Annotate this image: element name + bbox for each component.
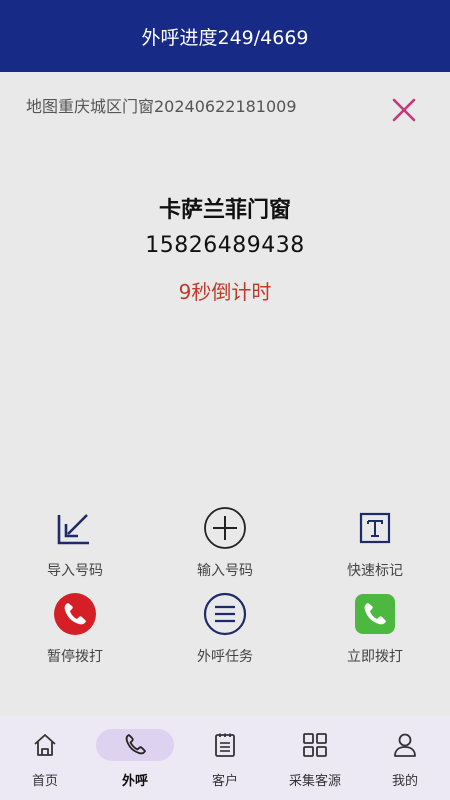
text-tag-icon — [353, 506, 397, 550]
phone-green-icon — [353, 592, 397, 636]
call-progress-title: 外呼进度249/4669 — [141, 26, 309, 49]
countdown-text: 9秒倒计时 — [178, 280, 272, 304]
quick-mark-label: 快速标记 — [347, 563, 403, 579]
tab-home-label: 首页 — [31, 774, 58, 789]
tab-home[interactable]: 首页 — [0, 716, 90, 800]
tab-customers-label: 客户 — [211, 774, 238, 789]
tab-collect-leads[interactable]: 采集客源 — [270, 716, 360, 800]
dial-now-label: 立即拨打 — [347, 649, 403, 665]
tab-outbound-call-label: 外呼 — [121, 774, 148, 789]
pause-dialing-label: 暂停拨打 — [47, 649, 103, 665]
list-circle-icon — [203, 592, 247, 636]
tab-me-label: 我的 — [391, 774, 418, 789]
user-icon — [391, 731, 419, 759]
plus-circle-icon — [203, 506, 247, 550]
close-icon — [392, 98, 416, 122]
import-numbers-label: 导入号码 — [47, 563, 103, 579]
bottom-tab-bar: 首页 外呼 客户 采集客源 我的 — [0, 716, 450, 800]
tab-me[interactable]: 我的 — [360, 716, 450, 800]
enter-number-button[interactable]: 输入号码 — [150, 506, 300, 580]
call-tasks-button[interactable]: 外呼任务 — [150, 592, 300, 666]
close-button[interactable] — [386, 92, 422, 128]
enter-number-label: 输入号码 — [197, 563, 253, 579]
contact-phone: 15826489438 — [145, 233, 305, 258]
call-tasks-label: 外呼任务 — [197, 649, 253, 665]
clipboard-icon — [211, 731, 239, 759]
dial-now-button[interactable]: 立即拨打 — [300, 592, 450, 666]
import-icon — [53, 506, 97, 550]
grid-icon — [301, 731, 329, 759]
import-numbers-button[interactable]: 导入号码 — [0, 506, 150, 580]
contact-name: 卡萨兰菲门窗 — [158, 198, 291, 223]
quick-mark-button[interactable]: 快速标记 — [300, 506, 450, 580]
task-name: 地图重庆城区门窗20240622181009 — [26, 97, 297, 116]
phone-icon — [121, 731, 149, 759]
pause-dialing-button[interactable]: 暂停拨打 — [0, 592, 150, 666]
tab-customers[interactable]: 客户 — [180, 716, 270, 800]
tab-collect-leads-label: 采集客源 — [288, 774, 341, 789]
tab-outbound-call[interactable]: 外呼 — [90, 716, 180, 800]
home-icon — [31, 731, 59, 759]
header-bar: 外呼进度249/4669 — [0, 0, 450, 72]
phone-red-icon — [53, 592, 97, 636]
